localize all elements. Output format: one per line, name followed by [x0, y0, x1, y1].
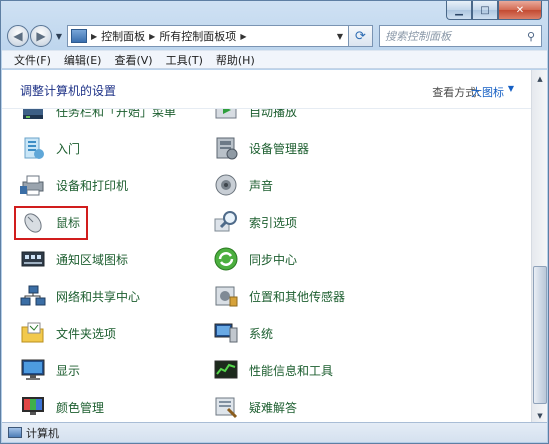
network-icon — [19, 283, 47, 309]
breadcrumb-all-items[interactable]: 所有控制面板项 — [159, 28, 236, 44]
page-title: 调整计算机的设置 — [20, 84, 117, 98]
search-placeholder: 搜索控制面板 — [385, 30, 451, 43]
item-location-sensors[interactable]: 位置和其他传感器 — [212, 281, 345, 311]
item-folder-options[interactable]: 文件夹选项 — [19, 318, 116, 348]
refresh-icon: ⟳ — [355, 28, 366, 44]
refresh-button[interactable]: ⟳ — [349, 25, 373, 47]
item-label: 显示 — [56, 363, 81, 378]
address-bar[interactable]: ▶ 控制面板 ▶ 所有控制面板项 ▶ ▼ — [67, 25, 349, 47]
item-sound[interactable]: 声音 — [212, 170, 273, 200]
item-label: 设备管理器 — [249, 141, 310, 156]
item-device-manager[interactable]: 设备管理器 — [212, 133, 309, 163]
computer-icon — [8, 427, 22, 438]
status-text: 计算机 — [26, 426, 59, 440]
menu-bar: 文件(F) 编辑(E) 查看(V) 工具(T) 帮助(H) — [2, 50, 547, 69]
color-icon — [19, 394, 47, 420]
minimize-button[interactable]: ▁ — [446, 1, 472, 20]
folder-icon — [19, 320, 47, 346]
caption-buttons: ▁ □ ✕ — [446, 1, 542, 20]
item-label: 同步中心 — [249, 252, 298, 267]
item-label: 文件夹选项 — [56, 326, 117, 341]
item-sync-center[interactable]: 同步中心 — [212, 244, 297, 274]
item-devices-printers[interactable]: 设备和打印机 — [19, 170, 128, 200]
sound-icon — [212, 172, 240, 198]
scroll-up-icon[interactable]: ▲ — [533, 71, 547, 86]
history-dropdown-icon[interactable]: ▼ — [53, 32, 65, 41]
navigation-bar: ◀ ▶ ▼ ▶ 控制面板 ▶ 所有控制面板项 ▶ ▼ ⟳ 搜索控制面板 ⚲ — [7, 23, 542, 49]
view-by-arrow-icon[interactable]: ▼ — [508, 84, 514, 93]
menu-edit[interactable]: 编辑(E) — [58, 52, 109, 68]
address-dropdown-icon[interactable]: ▼ — [332, 32, 348, 41]
menu-tools[interactable]: 工具(T) — [160, 52, 210, 68]
item-troubleshooting[interactable]: 疑难解答 — [212, 392, 297, 422]
item-label: 通知区域图标 — [56, 252, 129, 267]
item-taskbar[interactable]: 任务栏和「开始」菜单 — [19, 104, 177, 126]
item-label: 性能信息和工具 — [249, 363, 334, 378]
sensor-icon — [212, 283, 240, 309]
item-label: 系统 — [249, 326, 274, 341]
scroll-down-icon[interactable]: ▼ — [533, 408, 547, 423]
item-label: 颜色管理 — [56, 400, 105, 415]
status-bar: 计算机 — [2, 422, 547, 442]
item-display[interactable]: 显示 — [19, 355, 80, 385]
notification-icon — [19, 246, 47, 272]
item-label: 任务栏和「开始」菜单 — [56, 104, 177, 119]
taskbar-icon — [19, 109, 47, 124]
vertical-scrollbar[interactable]: ▲ ▼ — [531, 70, 547, 424]
scroll-thumb[interactable] — [533, 266, 547, 404]
view-by-dropdown[interactable]: 大图标 — [471, 84, 504, 100]
getting-started-icon — [19, 135, 47, 161]
menu-help[interactable]: 帮助(H) — [210, 52, 262, 68]
item-notification-icons[interactable]: 通知区域图标 — [19, 244, 128, 274]
back-button[interactable]: ◀ — [7, 25, 29, 47]
chevron-right-icon[interactable]: ▶ — [91, 32, 97, 41]
display-icon — [19, 357, 47, 383]
system-icon — [212, 320, 240, 346]
menu-file[interactable]: 文件(F) — [8, 52, 58, 68]
menu-view[interactable]: 查看(V) — [108, 52, 159, 68]
item-label: 入门 — [56, 141, 81, 156]
item-autoplay[interactable]: 自动播放 — [212, 104, 298, 126]
search-input[interactable]: 搜索控制面板 ⚲ — [379, 25, 542, 47]
maximize-button[interactable]: □ — [472, 1, 498, 20]
item-label: 位置和其他传感器 — [249, 289, 346, 304]
item-performance[interactable]: 性能信息和工具 — [212, 355, 333, 385]
item-label: 声音 — [249, 178, 274, 193]
search-icon[interactable]: ⚲ — [521, 30, 541, 43]
back-arrow-icon: ◀ — [13, 29, 23, 43]
device-manager-icon — [212, 135, 240, 161]
item-label: 网络和共享中心 — [56, 289, 141, 304]
sync-icon — [212, 246, 240, 272]
performance-icon — [212, 357, 240, 383]
autoplay-icon — [212, 109, 240, 124]
window: ▁ □ ✕ ◀ ▶ ▼ ▶ 控制面板 ▶ 所有控制面板项 ▶ ▼ ⟳ 搜索控制面… — [0, 0, 549, 444]
chevron-right-icon[interactable]: ▶ — [240, 32, 246, 41]
item-indexing-options[interactable]: 索引选项 — [212, 207, 297, 237]
item-label: 索引选项 — [249, 215, 298, 230]
item-color-management[interactable]: 颜色管理 — [19, 392, 104, 422]
item-label: 设备和打印机 — [56, 178, 129, 193]
item-network-sharing[interactable]: 网络和共享中心 — [19, 281, 140, 311]
chevron-right-icon[interactable]: ▶ — [149, 32, 155, 41]
control-panel-icon — [71, 29, 87, 43]
printer-icon — [19, 172, 47, 198]
index-icon — [212, 209, 240, 235]
item-system[interactable]: 系统 — [212, 318, 273, 348]
item-label: 疑难解答 — [249, 400, 298, 415]
content-pane: 调整计算机的设置 查看方式: 大图标 ▼ 任务栏和「开始」菜单 入门 设备和打印… — [2, 70, 532, 424]
forward-arrow-icon: ▶ — [36, 29, 46, 43]
item-label: 自动播放 — [249, 104, 298, 119]
breadcrumb-control-panel[interactable]: 控制面板 — [101, 28, 145, 44]
item-getting-started[interactable]: 入门 — [19, 133, 80, 163]
highlight-box — [14, 206, 88, 240]
forward-button[interactable]: ▶ — [30, 25, 52, 47]
divider — [2, 108, 532, 109]
troubleshoot-icon — [212, 394, 240, 420]
close-button[interactable]: ✕ — [498, 1, 542, 20]
